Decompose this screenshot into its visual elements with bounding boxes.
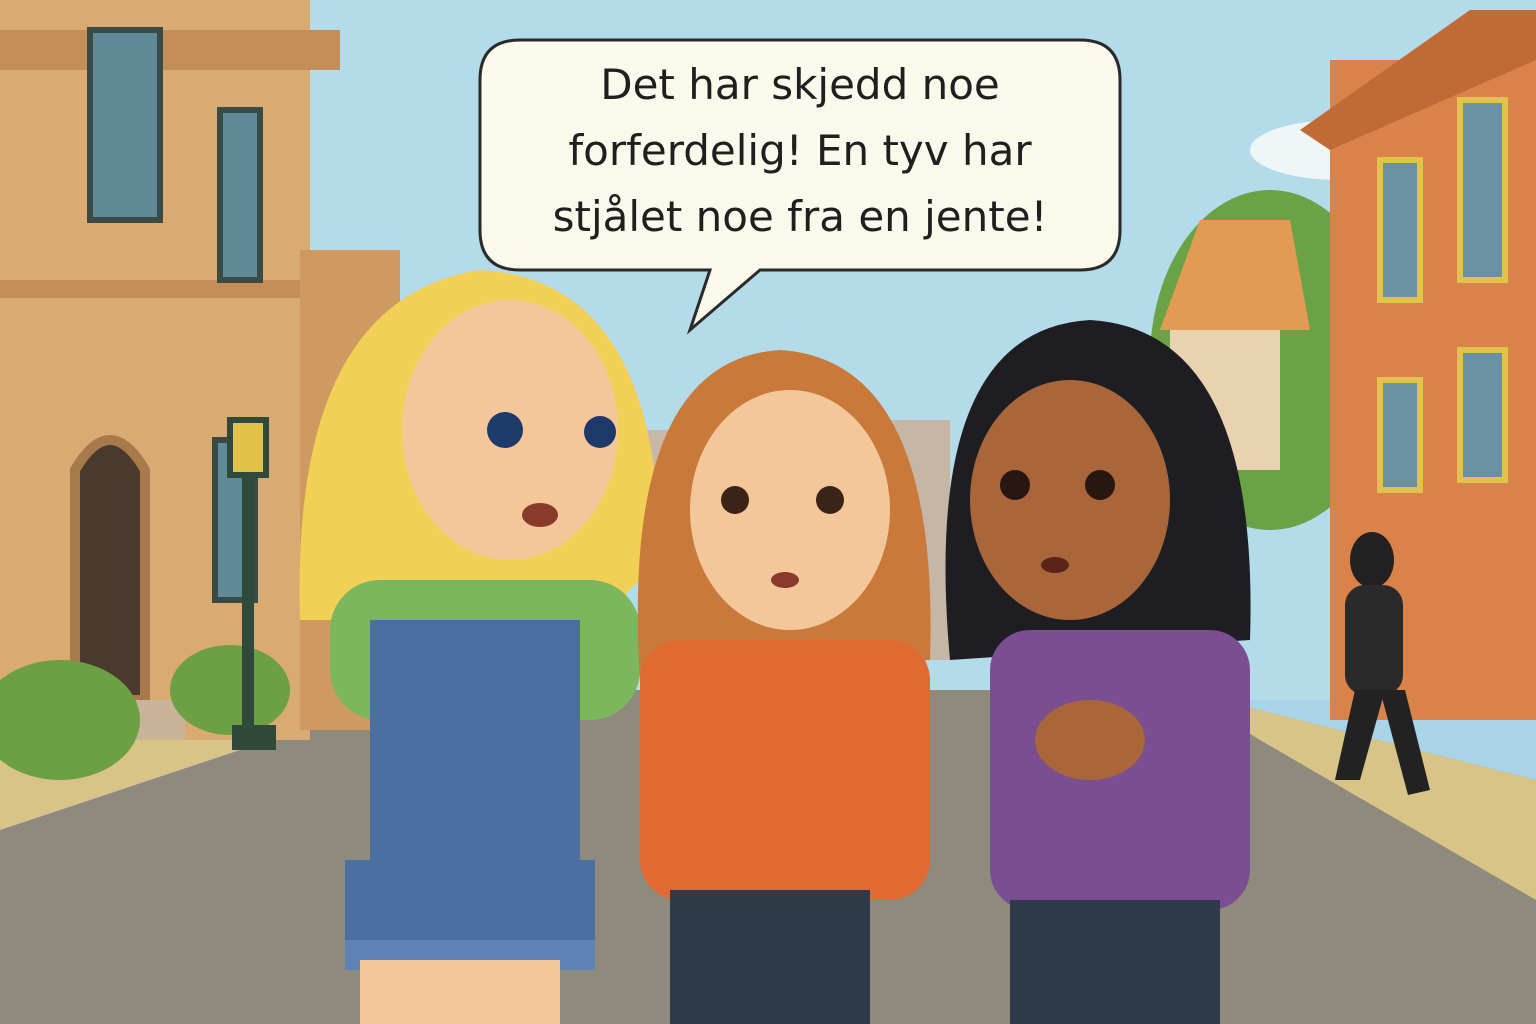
building-cornice bbox=[0, 30, 340, 70]
speech-line-1: Det har skjedd noe bbox=[600, 60, 1000, 109]
window bbox=[1457, 97, 1508, 283]
street-lamp-light bbox=[227, 417, 269, 478]
street-lamp-base bbox=[232, 725, 276, 750]
street-lamp-post bbox=[242, 470, 254, 730]
window bbox=[1377, 157, 1423, 303]
building-ledge bbox=[0, 280, 310, 298]
door bbox=[70, 435, 150, 705]
comic-scene: Det har skjedd noe forferdelig! En tyv h… bbox=[0, 0, 1536, 1024]
window bbox=[1457, 347, 1508, 483]
speech-bubble-text: Det har skjedd noe forferdelig! En tyv h… bbox=[500, 52, 1100, 250]
window bbox=[217, 107, 263, 283]
window bbox=[87, 27, 163, 223]
bush bbox=[170, 645, 290, 735]
window bbox=[1377, 377, 1423, 493]
speech-line-2: forferdelig! En tyv har bbox=[568, 126, 1032, 175]
speech-line-3: stjålet noe fra en jente! bbox=[552, 192, 1048, 241]
